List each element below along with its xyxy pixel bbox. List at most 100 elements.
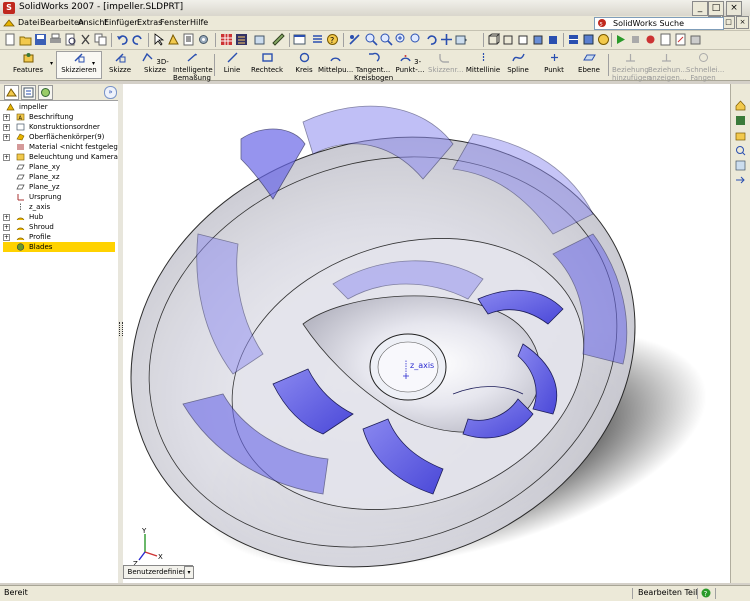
help-icon[interactable]: ? [701,588,711,598]
view-palette-icon[interactable] [735,160,746,171]
print-icon[interactable] [49,33,62,46]
view-orientation-icon[interactable] [253,33,266,46]
tree-item-blades[interactable]: Blades [3,242,115,252]
customize-icon[interactable] [689,33,702,46]
new-icon[interactable] [4,33,17,46]
help-icon[interactable]: ? [326,33,339,46]
menu-fenster[interactable]: Fenster [160,18,190,27]
window-tile-icon[interactable] [293,33,306,46]
configuration-dropdown-icon[interactable]: ▾ [184,566,194,579]
tool-ebene[interactable]: Ebene [574,52,604,74]
rebuild-icon[interactable] [167,33,180,46]
record-macro-icon[interactable] [644,33,657,46]
tool-3-punkt-bogen[interactable]: 3-Punkt-... [394,52,426,74]
tool-schnellfangen[interactable]: Schnellei... Fangen [686,52,724,82]
tool-intelligente-bemassung[interactable]: Intelligente Bemaßung [173,52,213,82]
tool-kreis[interactable]: Kreis [290,52,318,74]
shaded-icon[interactable] [547,33,560,46]
tool-spline[interactable]: Spline [504,52,532,74]
tool-skizzenrundung[interactable]: Skizzenr... [428,52,463,74]
expand-icon[interactable]: + [3,224,10,231]
restore-button[interactable]: □ [708,1,724,16]
document-part-icon[interactable] [3,17,15,29]
new-macro-icon[interactable] [659,33,672,46]
expand-icon[interactable]: + [3,114,10,121]
copy-icon[interactable] [94,33,107,46]
features-tab[interactable]: Features [6,52,50,74]
tool-linie[interactable]: Linie [220,52,244,74]
features-dropdown-icon[interactable]: ▾ [50,60,53,67]
collapse-panel-icon[interactable]: » [104,86,117,99]
edit-macro-icon[interactable] [674,33,687,46]
rotate-view-icon[interactable] [425,33,438,46]
layer-icon[interactable] [235,33,248,46]
standard-views-icon[interactable] [455,33,468,46]
tool-beziehung-hinzufuegen[interactable]: Beziehung hinzufügen [612,52,651,82]
graphics-area[interactable]: z_axis Y X Z [123,84,730,583]
section-view-icon[interactable] [567,33,580,46]
expand-icon[interactable]: + [3,154,10,161]
appearances-icon[interactable] [735,175,746,186]
doc-close-button[interactable]: × [736,16,749,29]
perspective-icon[interactable] [582,33,595,46]
select-icon[interactable] [152,33,165,46]
rectangle-icon [261,53,273,62]
search-input[interactable]: SolidWorks Suche [594,17,724,30]
list-icon[interactable] [311,33,324,46]
options-icon[interactable] [197,33,210,46]
tool-mittellinie[interactable]: Mittellinie [464,52,502,74]
menu-einfuegen[interactable]: Einfügen [104,18,139,27]
open-icon[interactable] [19,33,32,46]
undo-icon[interactable] [116,33,129,46]
menu-datei[interactable]: Datei [18,18,39,27]
zoom-in-out-icon[interactable] [395,33,408,46]
file-properties-icon[interactable] [182,33,195,46]
design-library-icon[interactable] [735,130,746,141]
expand-icon[interactable]: + [3,214,10,221]
redo-icon[interactable] [131,33,144,46]
sketch-tab[interactable]: Skizzieren [56,51,102,79]
pan-icon[interactable] [440,33,453,46]
minimize-button[interactable]: _ [692,1,708,16]
expand-icon[interactable]: + [3,124,10,131]
resources-icon[interactable] [735,115,746,126]
menu-hilfe[interactable]: Hilfe [190,18,208,27]
shaded-with-edges-icon[interactable] [532,33,545,46]
play-macro-icon[interactable] [614,33,627,46]
pan-view-icon[interactable] [348,33,361,46]
close-button[interactable]: × [726,1,742,16]
tool-punkt[interactable]: Punkt [540,52,568,74]
zoom-area-icon[interactable] [380,33,393,46]
zoom-selection-icon[interactable] [410,33,423,46]
configuration-selector[interactable]: Benutzerdefiniert [123,565,193,579]
print-preview-icon[interactable] [64,33,77,46]
expand-icon[interactable]: + [3,234,10,241]
tool-skizze[interactable]: Skizze [106,52,134,74]
propertymanager-tab-icon[interactable] [21,85,36,100]
save-icon[interactable] [34,33,47,46]
grid-icon[interactable] [220,33,233,46]
hidden-lines-visible-icon[interactable] [502,33,515,46]
wireframe-icon[interactable] [487,33,500,46]
configurationmanager-tab-icon[interactable] [38,85,53,100]
zoom-fit-icon[interactable] [365,33,378,46]
menu-extras[interactable]: Extras [137,18,162,27]
cut-icon[interactable] [79,33,92,46]
tool-rechteck[interactable]: Rechteck [250,52,284,74]
z-axis-label[interactable]: z_axis [410,361,434,370]
tool-tangentialbogen[interactable]: Tangent... Kreisbogen [354,52,393,82]
expand-icon[interactable]: + [3,134,10,141]
tool-3d-skizze[interactable]: 3D-Skizze [137,52,173,74]
home-icon[interactable] [735,100,746,111]
tool-mittelpunkt-bogen[interactable]: Mittelpu... [318,52,353,74]
stop-macro-icon[interactable] [629,33,642,46]
surface-bodies-icon [16,133,25,141]
sketch-dropdown-icon[interactable]: ▾ [92,60,95,67]
tool-beziehungen-anzeigen[interactable]: Beziehun... anzeigen... [648,52,687,82]
impeller-model[interactable]: z_axis Y X Z [123,84,730,583]
measure-icon[interactable] [272,33,285,46]
featuremanager-tab-icon[interactable] [4,85,19,100]
realview-icon[interactable] [597,33,610,46]
hidden-lines-removed-icon[interactable] [517,33,530,46]
file-explorer-icon[interactable] [735,145,746,156]
